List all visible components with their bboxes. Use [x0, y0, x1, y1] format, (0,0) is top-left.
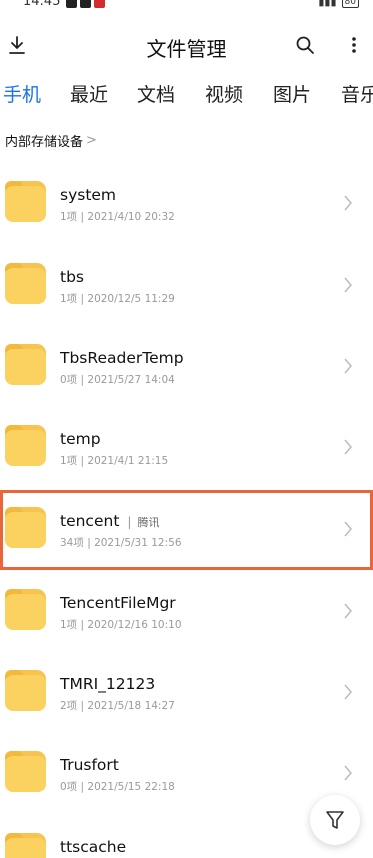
file-name: tbs	[60, 268, 84, 286]
folder-icon	[5, 263, 46, 304]
file-meta: 1项 | 2020/12/16 10:10	[60, 619, 182, 631]
app-notification-icon	[94, 0, 105, 8]
battery-icon: 80	[341, 0, 359, 8]
filter-icon	[326, 811, 344, 829]
list-item[interactable]: system 1项 | 2021/4/10 20:32	[0, 164, 373, 244]
file-name: temp	[60, 430, 101, 448]
folder-icon	[5, 751, 46, 792]
tab-phone[interactable]: 手机	[3, 80, 41, 107]
filter-button[interactable]	[310, 795, 360, 845]
file-meta: 2项 | 2021/5/18 14:27	[60, 700, 175, 712]
file-meta: 1项 | 2021/4/1 21:15	[60, 455, 169, 467]
chevron-right-icon	[344, 765, 352, 781]
tiktok-icon	[80, 0, 91, 8]
tab-images[interactable]: 图片	[273, 80, 311, 107]
list-item[interactable]: TencentFileMgr 1项 | 2020/12/16 10:10	[0, 572, 373, 652]
file-name: TMRI_12123	[60, 675, 156, 693]
file-tag: 腾讯	[137, 516, 160, 529]
list-item[interactable]: tencent | 腾讯 34项 | 2021/5/31 12:56	[0, 490, 373, 570]
file-meta: 1项 | 2021/4/10 20:32	[60, 211, 175, 223]
file-name-text: tencent	[60, 512, 120, 530]
file-name: Trusfort	[60, 756, 119, 774]
chevron-right-icon	[344, 684, 352, 700]
file-meta: 34项 | 2021/5/31 12:56	[60, 537, 182, 549]
tag-separator: |	[127, 515, 132, 529]
tab-videos[interactable]: 视频	[205, 80, 243, 107]
search-icon	[296, 36, 314, 54]
status-time: 14:45	[23, 0, 61, 9]
more-button[interactable]	[339, 30, 369, 60]
list-item[interactable]: TMRI_12123 2项 | 2021/5/18 14:27	[0, 653, 373, 733]
file-meta: 1项 | 2020/12/5 11:29	[60, 293, 175, 305]
file-meta: 0项 | 2021/5/27 14:04	[60, 374, 175, 386]
search-button[interactable]	[290, 30, 320, 60]
chevron-right-icon	[344, 277, 352, 293]
tiktok-icon	[66, 0, 77, 8]
chevron-right-icon	[344, 195, 352, 211]
chevron-right-icon: >	[86, 133, 97, 148]
folder-icon	[5, 181, 46, 222]
status-bar: 14:45 ▮▮▮ 80	[0, 0, 373, 12]
chevron-right-icon	[344, 603, 352, 619]
app-header: 文件管理	[0, 26, 373, 66]
list-item[interactable]: TbsReaderTemp 0项 | 2021/5/27 14:04	[0, 327, 373, 407]
file-name: tencent | 腾讯	[60, 512, 159, 530]
folder-icon	[5, 344, 46, 385]
file-meta: 0项 | 2021/5/15 22:18	[60, 781, 175, 793]
more-vertical-icon	[352, 37, 356, 53]
file-name: ttscache	[60, 838, 127, 856]
tab-music[interactable]: 音乐	[341, 80, 373, 107]
folder-icon	[5, 589, 46, 630]
folder-icon	[5, 833, 46, 858]
list-item[interactable]: temp 1项 | 2021/4/1 21:15	[0, 408, 373, 488]
file-name: system	[60, 186, 117, 204]
chevron-right-icon	[344, 521, 352, 537]
file-name: TbsReaderTemp	[60, 349, 184, 367]
chevron-right-icon	[344, 358, 352, 374]
breadcrumb-label: 内部存储设备	[5, 135, 84, 150]
category-tabs: 手机 最近 文档 视频 图片 音乐	[0, 80, 373, 114]
file-name: TencentFileMgr	[60, 594, 176, 612]
folder-icon	[5, 670, 46, 711]
battery-level: 80	[344, 0, 356, 7]
folder-icon	[5, 425, 46, 466]
tab-recent[interactable]: 最近	[70, 80, 108, 107]
breadcrumb[interactable]: 内部存储设备 >	[5, 131, 97, 150]
chevron-right-icon	[344, 439, 352, 455]
signal-icon: ▮▮▮	[318, 0, 337, 8]
list-item[interactable]: tbs 1项 | 2020/12/5 11:29	[0, 246, 373, 326]
notification-icons	[66, 0, 105, 8]
status-icons: ▮▮▮ 80	[318, 0, 359, 8]
tab-documents[interactable]: 文档	[137, 80, 175, 107]
folder-icon	[5, 507, 46, 548]
